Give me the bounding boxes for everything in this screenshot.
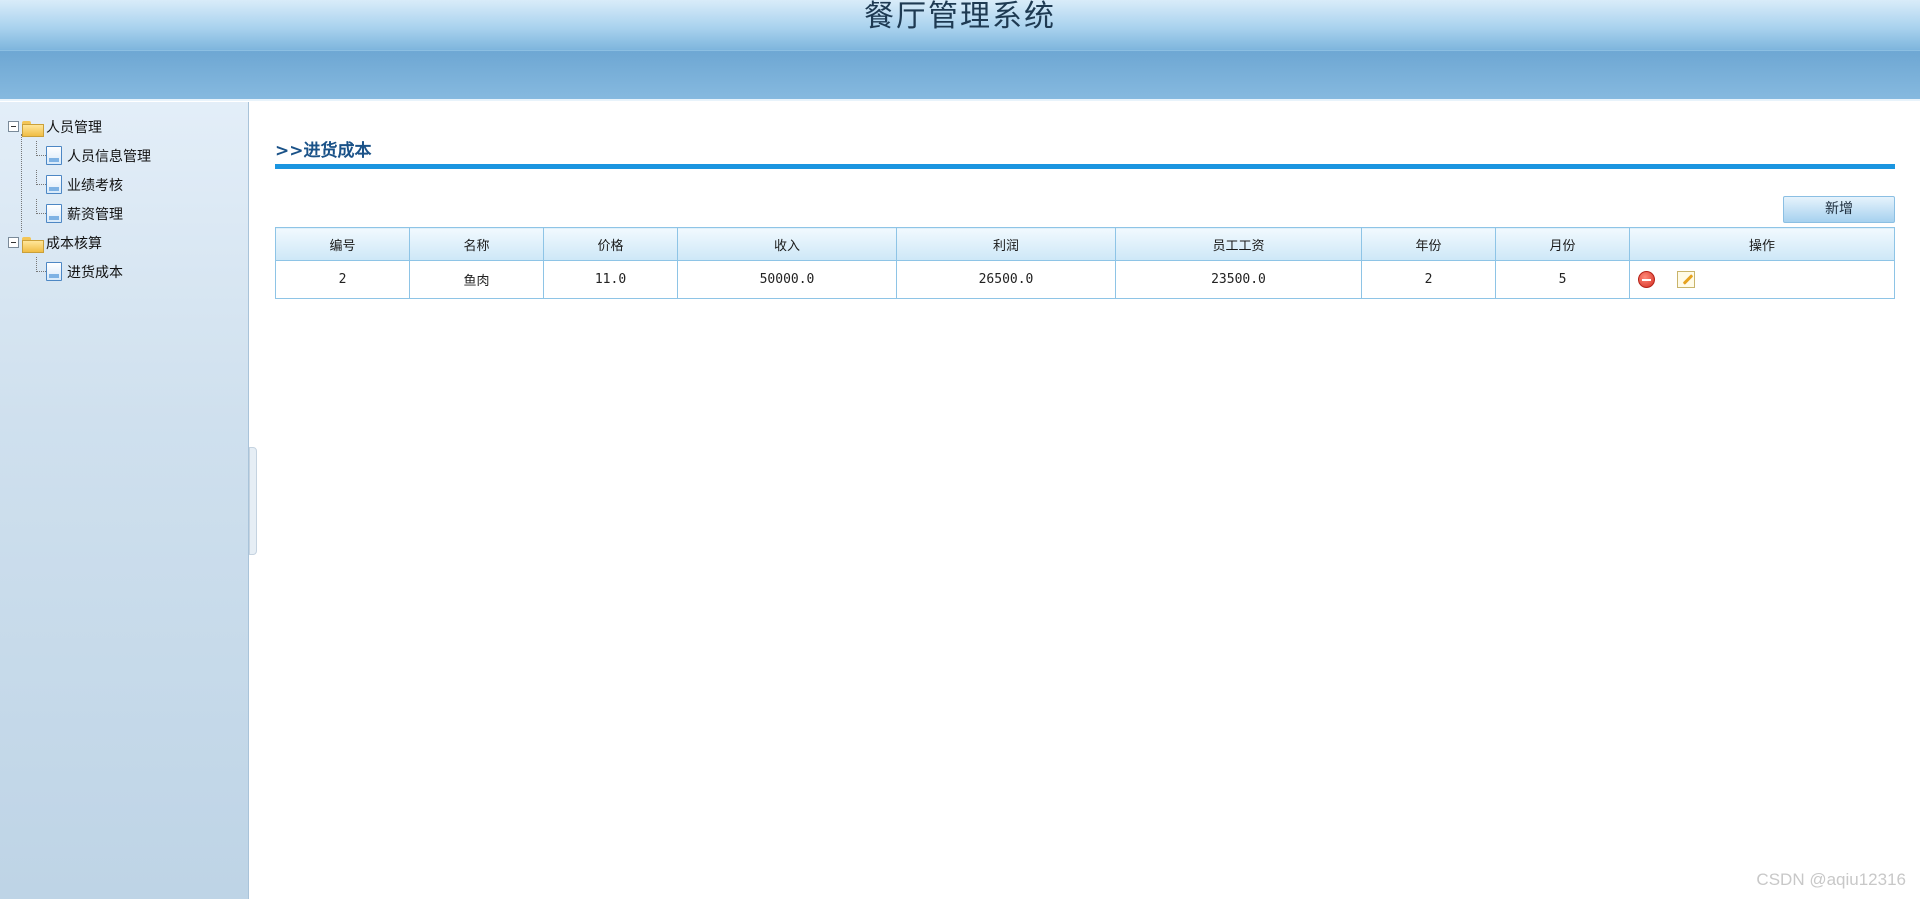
sidebar-item-label: 人员信息管理: [67, 148, 151, 165]
page-icon: [46, 204, 62, 223]
tree-connector: [36, 199, 46, 214]
cell-wage: 23500.0: [1115, 260, 1362, 299]
column-header: 利润: [896, 227, 1116, 261]
breadcrumb: >>进货成本: [275, 141, 372, 161]
table-row: 2 鱼肉 11.0 50000.0 26500.0 23500.0 2 5: [275, 260, 1895, 299]
column-header: 编号: [275, 227, 410, 261]
cost-table: 编号 名称 价格 收入 利润 员工工资 年份 月份 操作 2 鱼肉 11.0 5…: [275, 227, 1895, 299]
tree-group-personnel[interactable]: 人员管理: [8, 112, 151, 141]
sidebar-item-label: 进货成本: [67, 264, 123, 281]
cell-income: 50000.0: [677, 260, 897, 299]
cell-price: 11.0: [543, 260, 678, 299]
tree-connector: [36, 170, 46, 185]
page-icon: [46, 146, 62, 165]
cell-month: 5: [1495, 260, 1630, 299]
app-header: 餐厅管理系统: [0, 0, 1920, 101]
breadcrumb-divider: [275, 164, 1895, 169]
cell-year: 2: [1361, 260, 1496, 299]
minus-toggle-icon[interactable]: [8, 121, 19, 132]
sidebar-item-purchase-cost[interactable]: 进货成本: [8, 257, 151, 286]
tree-connector: [36, 141, 46, 156]
sidebar-item-performance[interactable]: 业绩考核: [8, 170, 151, 199]
column-header: 价格: [543, 227, 678, 261]
tree-connector: [36, 257, 46, 272]
sidebar-item-staff-info[interactable]: 人员信息管理: [8, 141, 151, 170]
column-header: 月份: [1495, 227, 1630, 261]
app-title: 餐厅管理系统: [864, 0, 1056, 34]
column-header: 名称: [409, 227, 544, 261]
table-header-row: 编号 名称 价格 收入 利润 员工工资 年份 月份 操作: [275, 227, 1895, 261]
folder-icon: [22, 119, 44, 137]
column-header: 年份: [1361, 227, 1496, 261]
cell-actions: [1629, 260, 1895, 299]
tree-group-label: 人员管理: [46, 119, 102, 136]
sidebar-splitter[interactable]: [249, 447, 257, 555]
page-icon: [46, 175, 62, 194]
column-header: 员工工资: [1115, 227, 1362, 261]
sidebar-item-label: 薪资管理: [67, 206, 123, 223]
cell-profit: 26500.0: [896, 260, 1116, 299]
column-header: 操作: [1629, 227, 1895, 261]
watermark: CSDN @aqiu12316: [1756, 870, 1906, 889]
delete-icon[interactable]: [1638, 271, 1655, 288]
cell-id: 2: [275, 260, 410, 299]
tree-group-cost[interactable]: 成本核算: [8, 228, 151, 257]
nav-tree: 人员管理 人员信息管理 业绩考核 薪资管理 成本核算 进货成本: [8, 112, 151, 286]
cell-name: 鱼肉: [409, 260, 544, 299]
column-header: 收入: [677, 227, 897, 261]
edit-icon[interactable]: [1676, 271, 1695, 288]
sidebar: 人员管理 人员信息管理 业绩考核 薪资管理 成本核算 进货成本: [0, 102, 249, 899]
sidebar-item-salary[interactable]: 薪资管理: [8, 199, 151, 228]
minus-toggle-icon[interactable]: [8, 237, 19, 248]
sidebar-item-label: 业绩考核: [67, 177, 123, 194]
add-button[interactable]: 新增: [1783, 196, 1895, 223]
tree-group-label: 成本核算: [46, 235, 102, 252]
page-icon: [46, 262, 62, 281]
folder-icon: [22, 235, 44, 253]
